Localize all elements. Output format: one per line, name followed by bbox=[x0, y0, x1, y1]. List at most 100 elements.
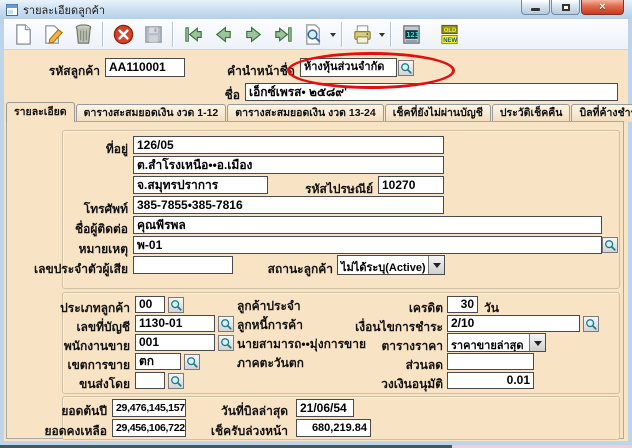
recalculate-button[interactable]: 123 bbox=[397, 21, 425, 48]
contact-person-label: ชื่อผู้ติดต่อ bbox=[38, 220, 128, 239]
tab-details[interactable]: รายละเอียด bbox=[6, 102, 75, 122]
previous-record-button[interactable] bbox=[209, 21, 237, 48]
advance-cheque-label: เช็ครับล่วงหน้า bbox=[200, 422, 288, 441]
postal-code-field[interactable]: 10270 bbox=[378, 176, 444, 194]
toolbar-separator bbox=[102, 22, 104, 47]
customer-type-field[interactable]: 00 bbox=[135, 296, 165, 313]
credit-field[interactable]: 30 bbox=[447, 296, 478, 313]
toolbar-separator bbox=[341, 22, 343, 47]
new-badge-text: NEW bbox=[443, 37, 457, 43]
maximize-icon bbox=[562, 4, 570, 11]
note-field[interactable]: พ-01 bbox=[133, 236, 602, 254]
magnifier-icon bbox=[400, 62, 412, 74]
print-dropdown-button[interactable] bbox=[377, 21, 386, 48]
delete-record-button[interactable] bbox=[69, 21, 97, 48]
customer-code-field[interactable]: AA110001 bbox=[105, 58, 185, 77]
customer-name-field[interactable]: เอ็กซ์เพรส• ๒๕๘๙' bbox=[245, 83, 618, 101]
outstanding-balance-label: ยอดคงเหลือ bbox=[30, 422, 107, 441]
new-record-button[interactable] bbox=[9, 21, 37, 48]
old-badge-text: OLD bbox=[443, 27, 456, 33]
last-record-icon bbox=[272, 23, 295, 46]
payment-terms-lookup-button[interactable] bbox=[583, 316, 599, 332]
address-label: ที่อยู่ bbox=[48, 140, 128, 159]
title-prefix-lookup-button[interactable] bbox=[398, 60, 414, 76]
transport-lookup-button[interactable] bbox=[168, 373, 184, 389]
magnifier-icon bbox=[220, 318, 232, 330]
new-page-icon bbox=[12, 23, 35, 46]
tab-balance-period-1-12[interactable]: ตารางสะสมยอดเงิน งวด 1-12 bbox=[76, 104, 227, 122]
last-record-button[interactable] bbox=[269, 21, 297, 48]
account-no-label: เลขที่บัญชี bbox=[40, 318, 130, 337]
transport-field[interactable] bbox=[135, 372, 165, 389]
note-lookup-button[interactable] bbox=[602, 237, 618, 253]
previous-record-icon bbox=[212, 23, 235, 46]
minimize-button[interactable] bbox=[521, 0, 550, 15]
phone-field[interactable]: 385-7855•385-7816 bbox=[133, 196, 444, 214]
address-line2-field[interactable]: ต.สำโรงเหนือ••อ.เมือง bbox=[133, 156, 444, 174]
chevron-down-icon bbox=[433, 263, 441, 272]
outstanding-balance-field[interactable]: 29,456,106,722 bbox=[112, 419, 186, 437]
advance-cheque-field[interactable]: 680,219.84 bbox=[296, 419, 371, 437]
contact-person-field[interactable]: คุณพีรพล bbox=[133, 216, 602, 234]
customer-status-dropdown[interactable]: ไม่ได้ระบุ(Active) bbox=[337, 255, 445, 275]
cancel-button[interactable] bbox=[109, 21, 137, 48]
sales-zone-lookup-button[interactable] bbox=[184, 354, 200, 370]
tab-balance-period-13-24[interactable]: ตารางสะสมยอดเงิน งวด 13-24 bbox=[227, 104, 383, 122]
preview-dropdown-button[interactable] bbox=[328, 21, 337, 48]
salesperson-lookup-button[interactable] bbox=[218, 335, 234, 351]
address-line3-field[interactable]: จ.สมุทรปราการ bbox=[133, 176, 268, 194]
chevron-down-icon bbox=[330, 33, 336, 40]
next-record-button[interactable] bbox=[239, 21, 267, 48]
maximize-button[interactable] bbox=[551, 0, 580, 15]
address-line1-field[interactable]: 126/05 bbox=[133, 136, 444, 154]
sales-zone-description: ภาคตะวันตก bbox=[237, 354, 367, 373]
account-no-lookup-button[interactable] bbox=[218, 316, 234, 332]
chevron-down-icon bbox=[534, 341, 542, 350]
dropdown-button[interactable] bbox=[529, 334, 545, 351]
titlebar: รายละเอียดลูกค้า × bbox=[0, 0, 632, 19]
preview-button[interactable] bbox=[299, 21, 327, 48]
tax-id-field[interactable] bbox=[133, 256, 233, 274]
payment-terms-field[interactable]: 2/10 bbox=[447, 315, 580, 332]
magnifier-icon bbox=[186, 356, 198, 368]
print-button[interactable] bbox=[348, 21, 376, 48]
save-button[interactable] bbox=[139, 21, 167, 48]
dropdown-button[interactable] bbox=[428, 256, 444, 274]
close-icon: × bbox=[599, 1, 605, 14]
magnifier-icon bbox=[220, 337, 232, 349]
cancel-x-icon bbox=[112, 23, 135, 46]
last-bill-date-label: วันที่บิลล่าสุด bbox=[208, 402, 288, 421]
window-title: รายละเอียดลูกค้า bbox=[23, 1, 105, 19]
title-prefix-label: คำนำหน้าชื่อ bbox=[213, 62, 295, 81]
next-record-icon bbox=[242, 23, 265, 46]
old-new-toggle-button[interactable]: OLD NEW bbox=[435, 21, 463, 48]
customer-code-label: รหัสลูกค้า bbox=[20, 62, 100, 81]
price-table-dropdown[interactable]: ราคาขายล่าสุด bbox=[447, 333, 546, 352]
last-bill-date-field[interactable]: 21/06/54 bbox=[296, 399, 354, 417]
tab-unpaid-bills[interactable]: บิลที่ค้างชำระ bbox=[571, 104, 632, 122]
customer-type-lookup-button[interactable] bbox=[168, 297, 184, 313]
tab-uncleared-cheques[interactable]: เช็คที่ยังไม่ผ่านบัญชี bbox=[385, 104, 491, 122]
customer-status-value: ไม่ได้ระบุ(Active) bbox=[338, 256, 428, 274]
magnifier-icon bbox=[604, 239, 616, 251]
note-label: หมายเหตุ bbox=[48, 240, 128, 259]
discount-field[interactable] bbox=[447, 353, 534, 370]
phone-label: โทรศัพท์ bbox=[48, 200, 128, 219]
edit-record-button[interactable] bbox=[39, 21, 67, 48]
printer-icon bbox=[351, 23, 374, 46]
close-button[interactable]: × bbox=[581, 0, 624, 15]
opening-balance-label: ยอดต้นปี bbox=[40, 402, 107, 421]
calculator-123-icon: 123 bbox=[400, 23, 423, 46]
app-icon bbox=[6, 4, 18, 16]
sales-zone-field[interactable]: ตก bbox=[135, 353, 181, 370]
magnifier-icon bbox=[170, 299, 182, 311]
salesperson-field[interactable]: 001 bbox=[135, 334, 215, 351]
title-prefix-field[interactable]: ห้างหุ้นส่วนจำกัด bbox=[300, 58, 397, 77]
account-no-field[interactable]: 1130-01 bbox=[135, 315, 215, 332]
first-record-button[interactable] bbox=[179, 21, 207, 48]
opening-balance-field[interactable]: 29,476,145,157 bbox=[112, 399, 186, 417]
tab-returned-cheques[interactable]: ประวัติเช็คคืน bbox=[492, 104, 571, 122]
sales-zone-label: เขตการขาย bbox=[40, 356, 130, 375]
credit-limit-label: วงเงินอนุมัติ bbox=[363, 375, 443, 394]
credit-limit-field[interactable]: 0.01 bbox=[447, 372, 534, 389]
